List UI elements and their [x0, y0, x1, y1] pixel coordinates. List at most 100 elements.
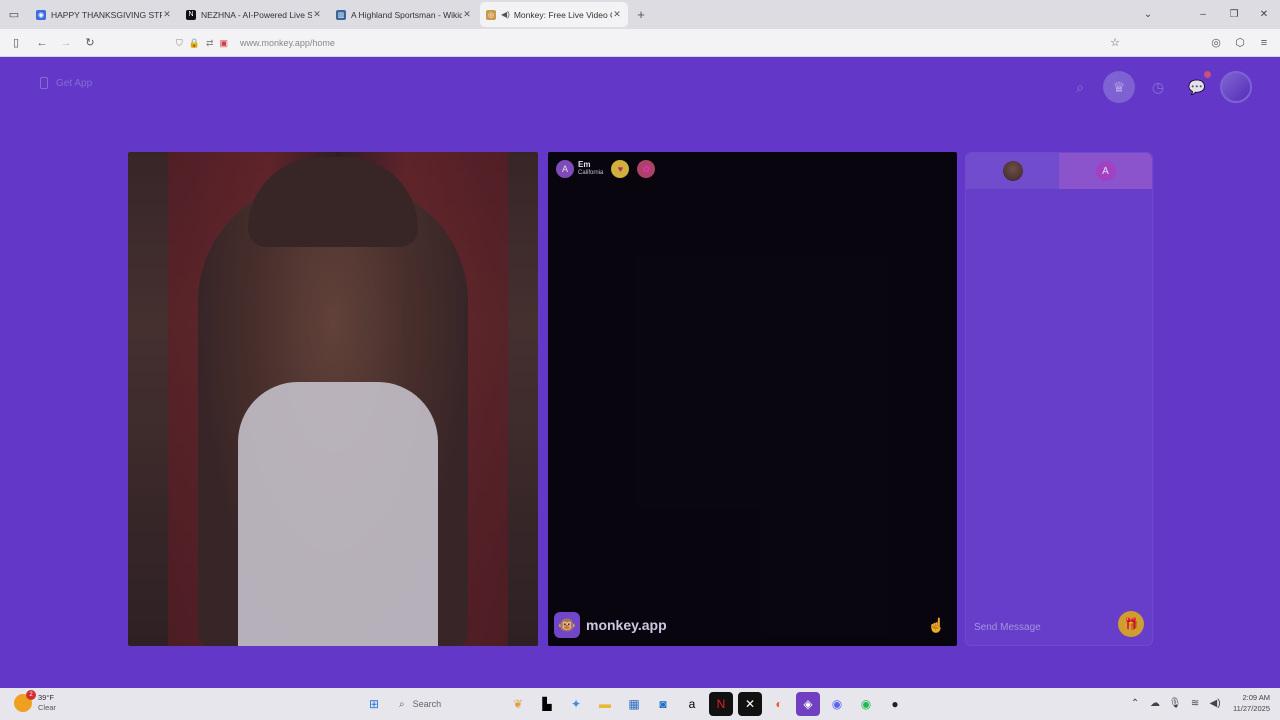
- stranger-video-feed: A Em California ♥ ✿ 🐵 monkey.app ☝: [548, 152, 957, 646]
- chevron-down-icon[interactable]: ⌄: [1133, 0, 1163, 29]
- gift-icon[interactable]: 🎁: [1118, 611, 1144, 637]
- microphone-icon[interactable]: 🎙: [1165, 698, 1185, 709]
- weather-temp: 39°F: [38, 693, 54, 702]
- copilot-icon[interactable]: ✦: [564, 692, 588, 716]
- notification-dot: [1204, 71, 1211, 78]
- self-video-feed: [128, 152, 538, 646]
- get-app-label: Get App: [56, 77, 93, 89]
- stranger-name: Em: [578, 160, 591, 169]
- task-view-icon[interactable]: ▙: [535, 692, 559, 716]
- clock-date: 11/27/2025: [1233, 704, 1270, 713]
- search-icon[interactable]: ⌕: [1064, 71, 1096, 103]
- chat-tabs: A: [966, 153, 1152, 189]
- shield-icon[interactable]: ⛉: [176, 38, 183, 49]
- tab-title: HAPPY THANKSGIVING STREA: [51, 9, 162, 20]
- weather-badge: 2: [26, 690, 36, 700]
- close-icon[interactable]: ✕: [462, 9, 472, 20]
- wifi-icon[interactable]: ≋: [1185, 698, 1205, 709]
- firefox-icon[interactable]: ◐: [767, 692, 791, 716]
- extensions-icon[interactable]: ⬡: [1228, 31, 1252, 55]
- discord-icon[interactable]: ◉: [825, 692, 849, 716]
- url-text: www.monkey.app/home: [240, 38, 335, 48]
- netflix-icon[interactable]: N: [709, 692, 733, 716]
- chat-panel: A Send Message 🎁: [965, 152, 1153, 646]
- camera-icon[interactable]: ▣: [220, 38, 229, 49]
- stranger-chat-avatar: A: [1095, 161, 1116, 181]
- spotify-icon[interactable]: ◉: [854, 692, 878, 716]
- brand-text: monkey.app: [586, 617, 667, 633]
- windows-taskbar: 2 39°F Clear ⊞ ⌕ Search ❦ ▙ ✦ ▬ ▦ ◙ a N ✕…: [0, 688, 1280, 720]
- browser-nav-bar: ▯ ← → ↻ ⛉ 🔒 ⇄ ▣ www.monkey.app/home ☆ ◎ …: [0, 29, 1280, 57]
- weather-icon: 2: [14, 690, 36, 712]
- close-icon[interactable]: ✕: [162, 9, 172, 20]
- tab-title: Monkey: Free Live Video Ch: [513, 9, 612, 20]
- bookmark-star-icon[interactable]: ☆: [1103, 31, 1127, 55]
- clock[interactable]: 2:09 AM 11/27/2025: [1233, 692, 1270, 714]
- phone-icon: [40, 77, 48, 89]
- close-icon[interactable]: ✕: [612, 9, 622, 20]
- profile-avatar[interactable]: [1220, 71, 1252, 103]
- clock-time: 2:09 AM: [1242, 693, 1270, 702]
- browser-tab[interactable]: ▥ A Highland Sportsman - Wikida ✕: [330, 2, 478, 27]
- sidebar-icon[interactable]: ▯: [4, 31, 28, 55]
- chevron-up-icon[interactable]: ⌃: [1125, 698, 1145, 709]
- outlook-icon[interactable]: ◙: [651, 692, 675, 716]
- back-icon[interactable]: ←: [30, 31, 54, 55]
- weather-condition: Clear: [38, 703, 56, 712]
- taskbar-search[interactable]: ⌕ Search: [391, 693, 501, 715]
- top-nav-icons: ⌕ ♛ ◷ 💬: [1057, 71, 1252, 103]
- game-icon[interactable]: ◈: [796, 692, 820, 716]
- store-icon[interactable]: ▦: [622, 692, 646, 716]
- messages-icon[interactable]: 💬: [1181, 71, 1213, 103]
- address-bar[interactable]: ⛉ 🔒 ⇄ ▣ www.monkey.app/home: [176, 32, 1136, 54]
- get-app-button[interactable]: Get App: [40, 77, 92, 89]
- reload-icon[interactable]: ↻: [78, 31, 102, 55]
- obs-icon[interactable]: ●: [883, 692, 907, 716]
- browser-tab[interactable]: ◉ HAPPY THANKSGIVING STREA ✕: [30, 2, 178, 27]
- widget-icon[interactable]: ❦: [506, 692, 530, 716]
- new-tab-icon[interactable]: +: [628, 7, 654, 22]
- monkey-app-page: Get App ⌕ ♛ ◷ 💬 A Em California ♥ ✿ 🐵 mo…: [0, 57, 1280, 688]
- browser-tab[interactable]: N NEZHNA - AI-Powered Live Stre ✕: [180, 2, 328, 27]
- chat-tab-stranger[interactable]: A: [1059, 153, 1152, 189]
- browser-tab-bar: ▭ ◉ HAPPY THANKSGIVING STREA ✕ N NEZHNA …: [0, 0, 1280, 29]
- history-icon[interactable]: ◷: [1142, 71, 1174, 103]
- account-icon[interactable]: ◎: [1204, 31, 1228, 55]
- tank-top: [238, 382, 438, 646]
- cloud-icon[interactable]: ☁: [1145, 698, 1165, 709]
- badge-icon[interactable]: ✿: [637, 160, 656, 178]
- tab-favicon-icon: ◉: [36, 9, 46, 20]
- send-message-input[interactable]: Send Message: [974, 622, 1041, 633]
- crown-icon[interactable]: ♛: [1103, 71, 1135, 103]
- search-placeholder: Search: [412, 699, 442, 709]
- windows-start-icon[interactable]: ⊞: [362, 692, 386, 716]
- volume-icon[interactable]: ◀): [1205, 698, 1225, 709]
- lock-icon[interactable]: 🔒: [189, 38, 200, 49]
- taskbar-apps: ⊞ ⌕ Search ❦ ▙ ✦ ▬ ▦ ◙ a N ✕ ◐ ◈ ◉ ◉ ●: [362, 692, 912, 716]
- weather-widget[interactable]: 2 39°F Clear: [14, 690, 56, 713]
- search-icon: ⌕: [399, 698, 405, 710]
- stranger-avatar[interactable]: A: [556, 160, 574, 178]
- speaker-icon[interactable]: ◀): [501, 10, 510, 19]
- system-tray: ⌃ ☁ 🎙 ≋ ◀) 2:09 AM 11/27/2025: [1125, 692, 1270, 714]
- file-explorer-icon[interactable]: ▬: [593, 692, 617, 716]
- brand-watermark: 🐵 monkey.app: [554, 612, 667, 638]
- chat-tab-self[interactable]: [966, 153, 1059, 189]
- restore-icon[interactable]: ❐: [1219, 0, 1249, 29]
- monkey-logo-icon: 🐵: [554, 612, 580, 638]
- tab-list-icon[interactable]: ▭: [0, 0, 28, 29]
- amazon-icon[interactable]: a: [680, 692, 704, 716]
- close-icon[interactable]: ✕: [312, 9, 322, 20]
- window-close-icon[interactable]: ✕: [1249, 0, 1279, 29]
- tab-favicon-icon: ◎: [486, 9, 496, 20]
- permissions-icon[interactable]: ⇄: [206, 38, 214, 49]
- x-icon[interactable]: ✕: [738, 692, 762, 716]
- tab-favicon-icon: N: [186, 9, 196, 20]
- tab-favicon-icon: ▥: [336, 9, 346, 20]
- browser-tab-active[interactable]: ◎ ◀) Monkey: Free Live Video Ch ✕: [480, 2, 628, 27]
- menu-icon[interactable]: ≡: [1252, 31, 1276, 55]
- heart-icon[interactable]: ♥: [611, 160, 630, 178]
- minimize-icon[interactable]: –: [1188, 0, 1218, 29]
- hand-cursor-icon: ☝: [927, 617, 945, 633]
- forward-icon[interactable]: →: [54, 31, 78, 55]
